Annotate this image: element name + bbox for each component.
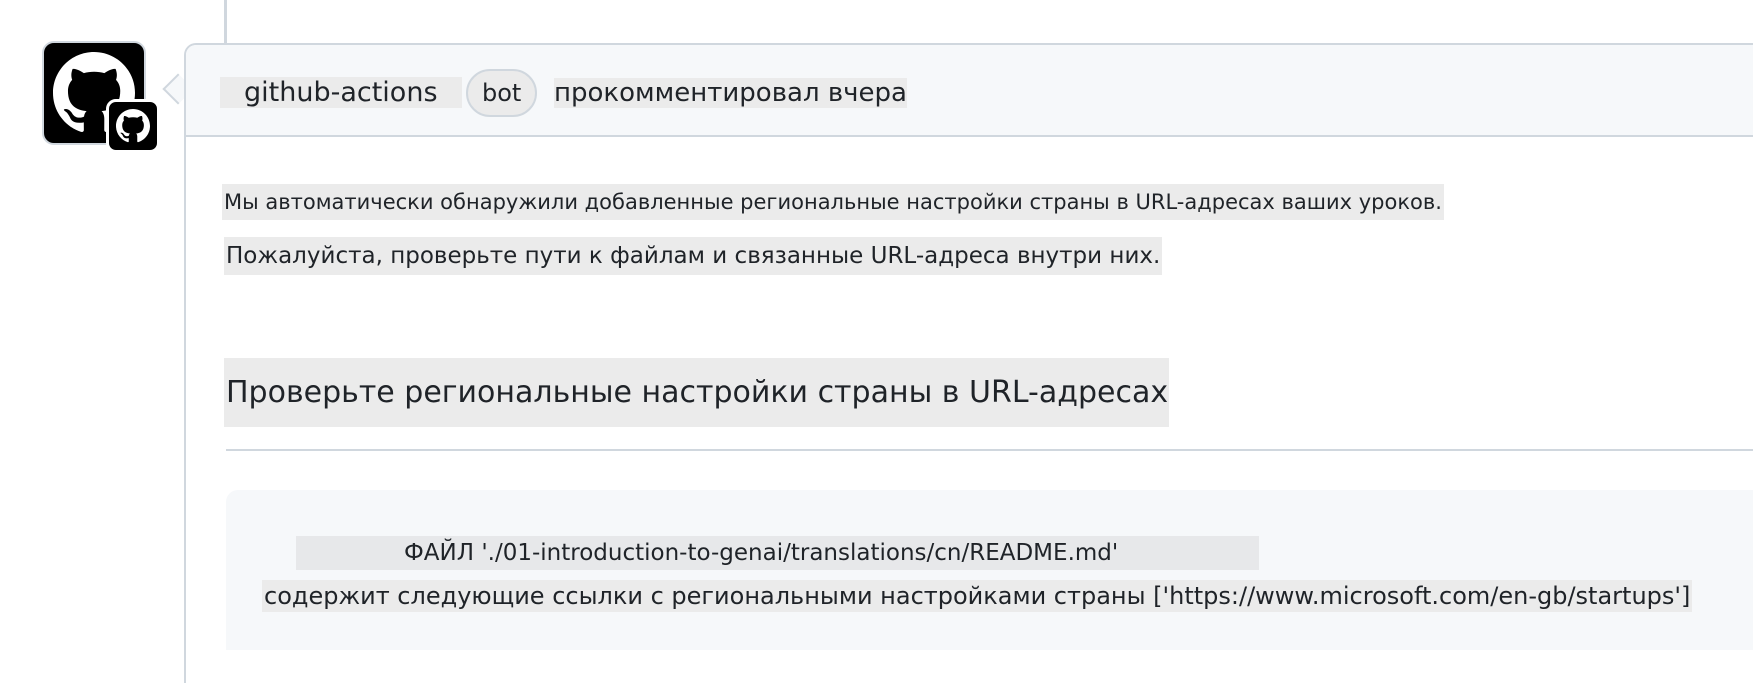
comment-body-line: Пожалуйста, проверьте пути к файлам и св… — [224, 237, 1163, 275]
code-block — [226, 490, 1753, 650]
bot-badge: bot — [466, 69, 538, 117]
comment-body-line: Мы автоматически обнаружили добавленные … — [222, 184, 1444, 220]
file-path-line: ФАЙЛ './01-introduction-to-genai/transla… — [296, 536, 1259, 570]
author-avatar[interactable] — [42, 41, 160, 153]
comment-header: github-actions bot прокомментировал вчер… — [186, 45, 1753, 137]
timeline-line — [224, 0, 227, 44]
comment-timestamp[interactable]: прокомментировал вчера — [554, 78, 907, 108]
locale-links-line: содержит следующие ссылки с региональным… — [262, 580, 1693, 612]
github-mark-icon — [106, 99, 160, 153]
section-heading: Проверьте региональные настройки страны … — [224, 358, 1169, 427]
author-link[interactable]: github-actions — [220, 77, 462, 108]
heading-divider — [226, 449, 1753, 451]
